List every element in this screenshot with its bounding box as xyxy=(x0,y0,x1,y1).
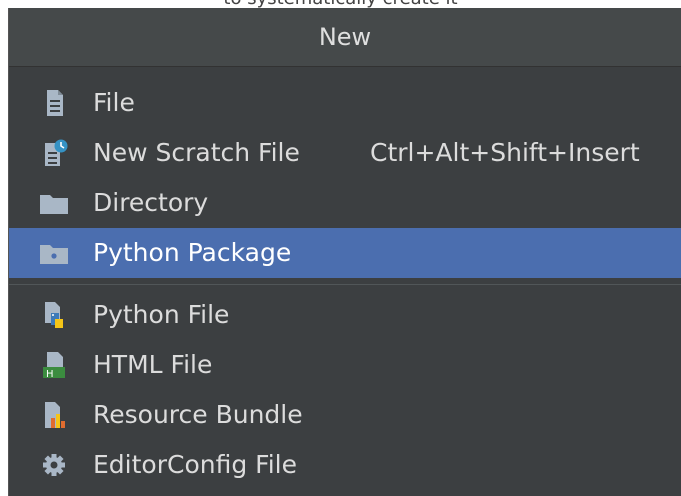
gear-icon xyxy=(43,454,65,476)
menu-item-label: File xyxy=(93,88,135,117)
resource-bundle-icon xyxy=(45,402,65,428)
menu-item-new-scratch-file[interactable]: New Scratch File Ctrl+Alt+Shift+Insert xyxy=(9,128,681,178)
menu-item-label: EditorConfig File xyxy=(93,450,297,479)
menu-item-html-file[interactable]: H HTML File xyxy=(9,340,681,390)
popup-title: New xyxy=(9,8,681,67)
python-file-icon xyxy=(45,302,63,328)
menu-item-python-package[interactable]: Python Package xyxy=(9,228,681,278)
html-file-icon: H xyxy=(43,352,65,379)
menu-item-label: HTML File xyxy=(93,350,213,379)
folder-icon xyxy=(40,195,68,214)
menu-item-directory[interactable]: Directory xyxy=(9,178,681,228)
menu-separator xyxy=(9,278,681,290)
menu-item-resource-bundle[interactable]: Resource Bundle xyxy=(9,390,681,440)
svg-text:H: H xyxy=(46,369,54,379)
background-caption: to systematically create it xyxy=(0,0,681,8)
background-caption-strip: to systematically create it xyxy=(0,0,681,8)
menu-item-label: Python Package xyxy=(93,238,292,267)
scratch-file-icon xyxy=(45,139,68,166)
menu-item-editorconfig-file[interactable]: EditorConfig File xyxy=(9,440,681,490)
menu-item-python-file[interactable]: Python File xyxy=(9,290,681,340)
menu-item-file[interactable]: File xyxy=(9,78,681,128)
file-icon xyxy=(47,90,63,116)
menu-item-label: Python File xyxy=(93,300,230,329)
package-folder-icon xyxy=(40,245,68,264)
new-popup-menu: New File New Scratch File Ctrl+Alt+Shift… xyxy=(8,8,681,496)
menu-item-label: New Scratch File xyxy=(93,138,300,167)
shortcut-label: Ctrl+Alt+Shift+Insert xyxy=(370,138,640,167)
menu-item-label: Directory xyxy=(93,188,209,217)
menu-item-label: Resource Bundle xyxy=(93,400,303,429)
menu-list: File New Scratch File Ctrl+Alt+Shift+Ins… xyxy=(9,78,681,490)
